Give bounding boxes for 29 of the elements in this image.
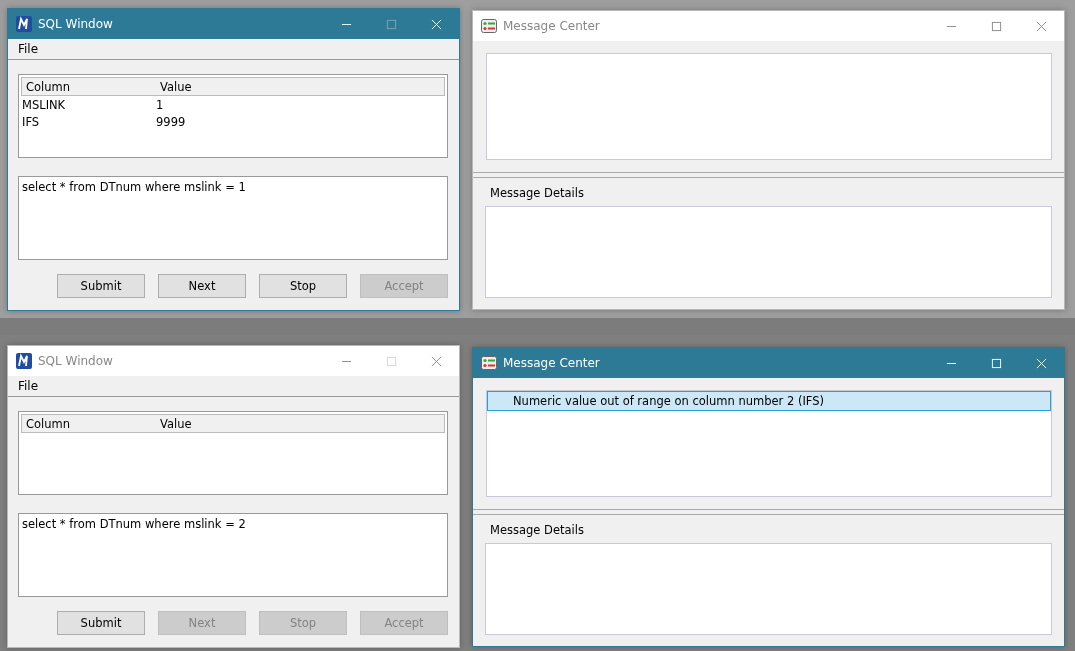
column-header[interactable]: Column (26, 416, 160, 431)
table-cell-text: IFS (22, 114, 41, 129)
column-header[interactable]: Value (160, 79, 294, 94)
window-title: Message Center (503, 356, 600, 370)
table-cell-text: 9999 (156, 114, 187, 129)
table-cell-text: MSLINK (22, 97, 67, 112)
column-header[interactable]: Value (160, 416, 294, 431)
window-title: Message Center (503, 19, 600, 33)
column-header[interactable]: Column (26, 79, 160, 94)
window-title: SQL Window (38, 17, 113, 31)
action-button[interactable]: Next (158, 274, 246, 298)
menu-item[interactable]: File (18, 379, 39, 393)
details-label: Message Details (490, 523, 585, 537)
action-button[interactable]: Submit (57, 611, 145, 635)
app-logo-icon (16, 16, 32, 32)
action-button[interactable]: Submit (57, 274, 145, 298)
app-logo-icon (16, 353, 32, 369)
query-field[interactable]: select * from DTnum where mslink = 1 (18, 176, 448, 260)
query-field[interactable]: select * from DTnum where mslink = 2 (18, 513, 448, 597)
query-text: select * from DTnum where mslink = 1 (22, 180, 246, 194)
message-list-icon (481, 355, 497, 371)
details-label: Message Details (490, 186, 585, 200)
menu-item[interactable]: File (18, 42, 39, 56)
query-text: select * from DTnum where mslink = 2 (22, 517, 246, 531)
message-item[interactable]: Numeric value out of range on column number 2 (IFS) (487, 391, 1051, 411)
message-list-icon (481, 18, 497, 34)
window-title: SQL Window (38, 354, 113, 368)
action-button[interactable]: Stop (259, 274, 347, 298)
table-cell-text: 1 (156, 97, 165, 112)
